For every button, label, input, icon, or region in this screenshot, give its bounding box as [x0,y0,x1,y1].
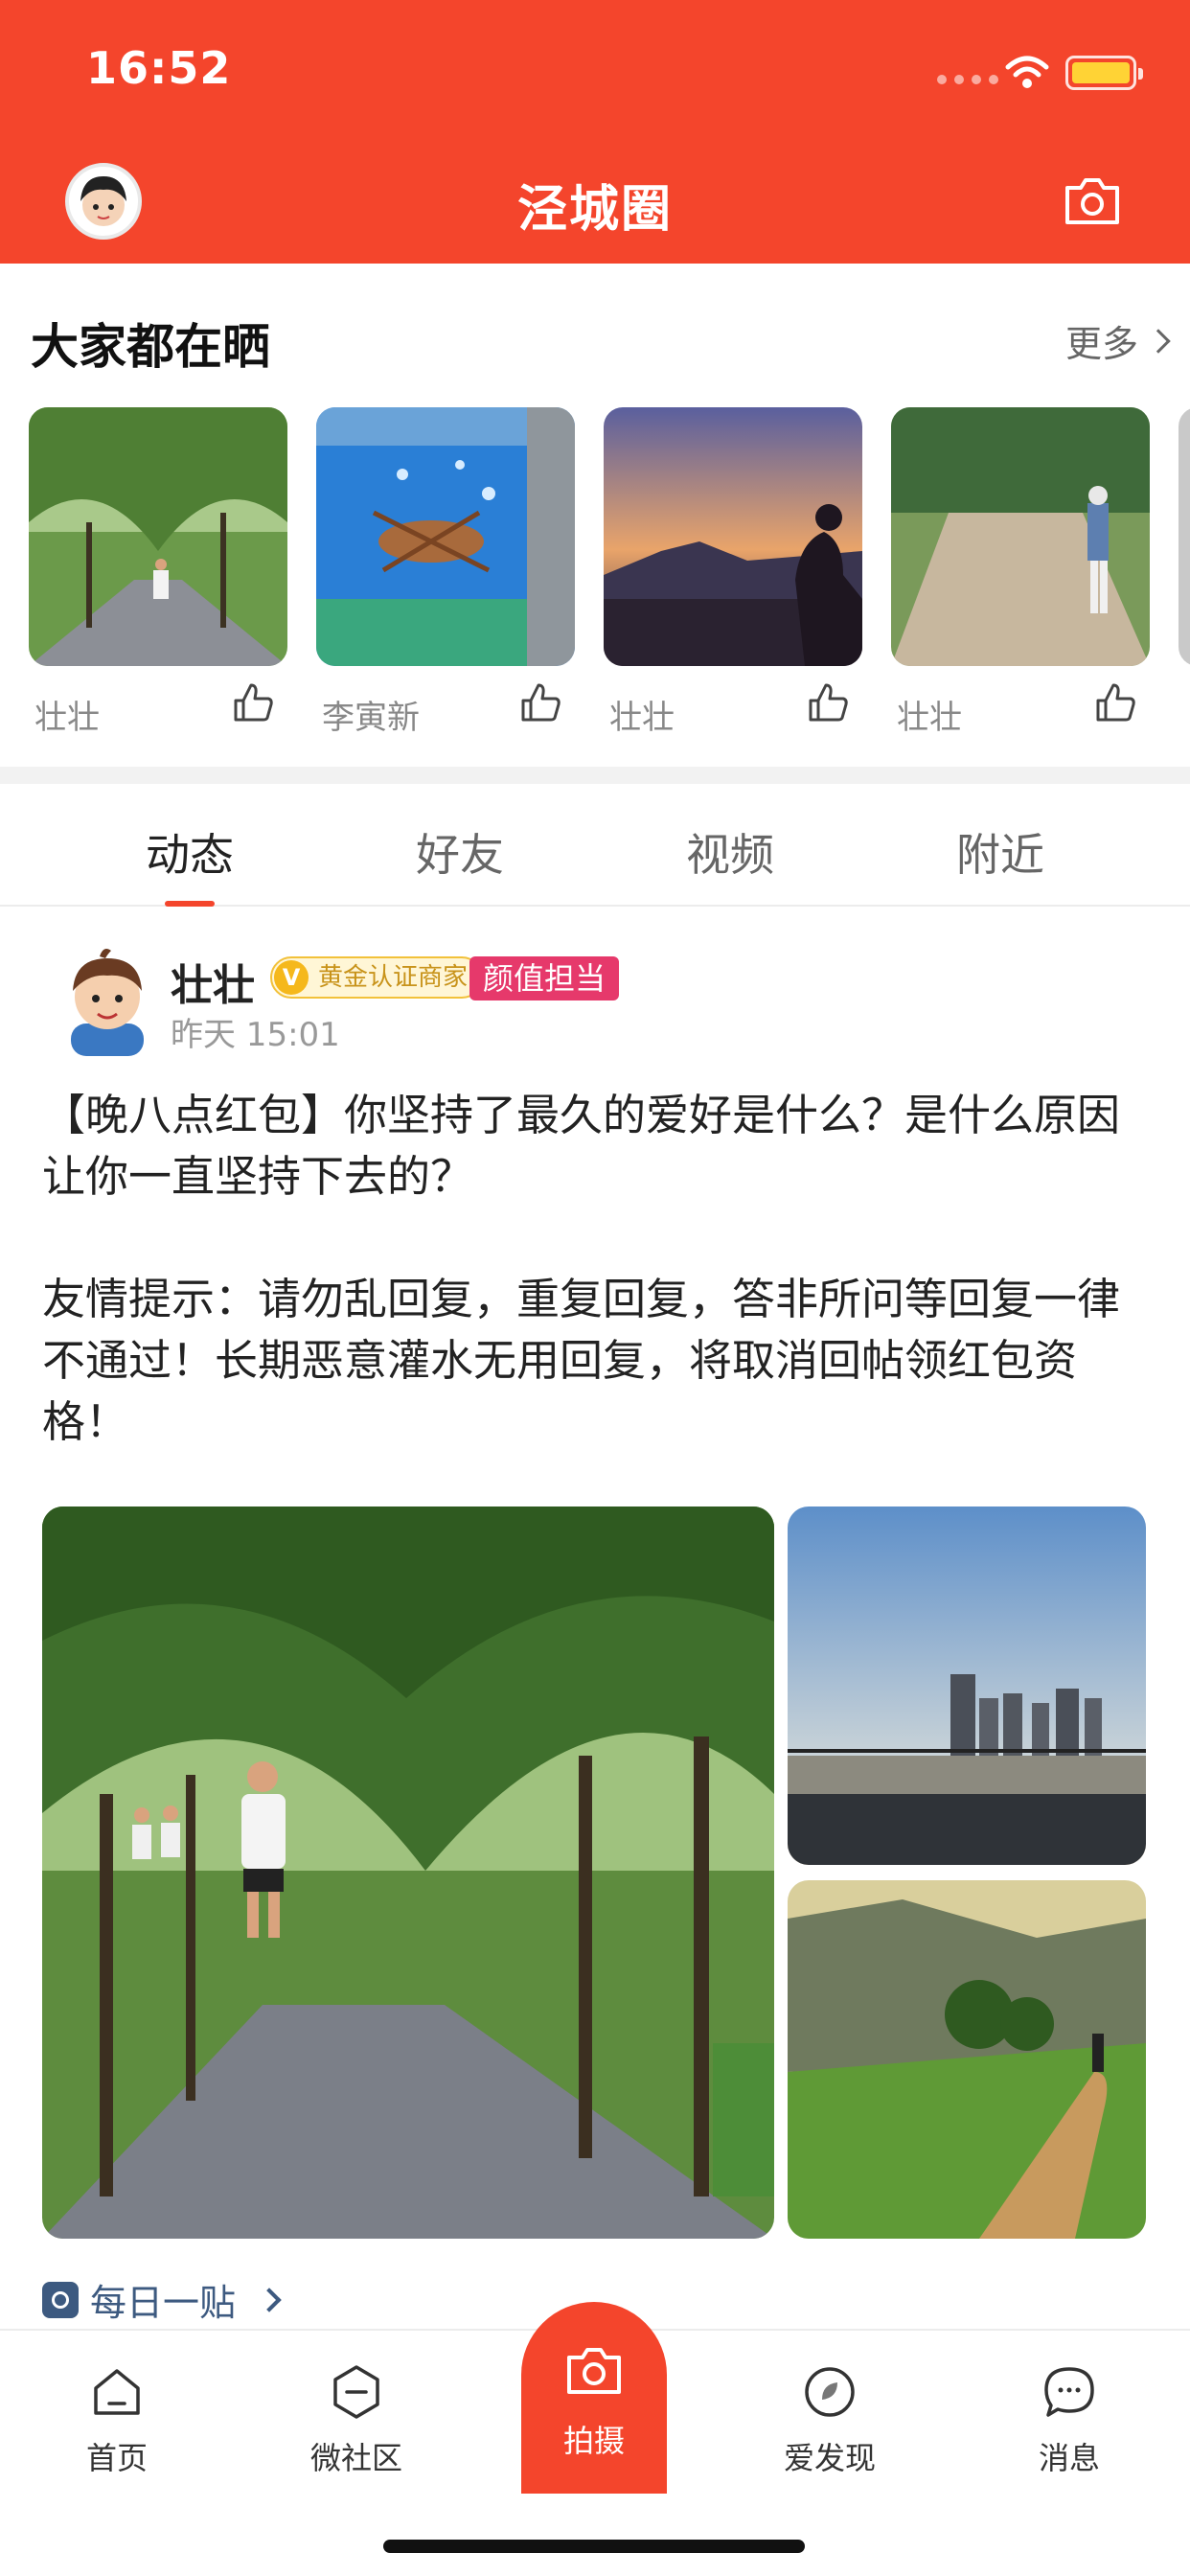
thumbs-up-icon[interactable] [807,681,849,724]
nav-discover[interactable]: 爱发现 [753,2363,906,2478]
share-photo[interactable] [1179,407,1190,666]
share-author: 壮壮 [897,699,962,733]
active-tab-indicator [165,901,215,907]
share-card[interactable]: 李寅新 [316,407,575,733]
section-divider [0,767,1190,784]
more-label: 更多 [1065,323,1139,365]
tab-videos[interactable]: 视频 [595,820,865,884]
thumbs-up-icon[interactable] [232,681,274,724]
camera-icon [567,2348,621,2394]
gold-certified-badge: V 黄金认证商家 [270,956,484,999]
tab-friends[interactable]: 好友 [325,820,595,884]
share-author: 壮壮 [34,699,100,733]
daily-post-label: 每日一贴 [90,2282,237,2324]
share-author: 壮壮 [609,699,675,733]
home-indicator[interactable] [383,2540,805,2553]
sharing-section-title: 大家都在晒 [31,319,270,375]
status-time: 16:52 [86,42,232,94]
thumbs-up-icon[interactable] [1094,681,1136,724]
post-body: 【晚八点红包】你坚持了最久的爱好是什么？是什么原因让你一直坚持下去的？ 友情提示… [42,1090,1121,1447]
community-icon [333,2365,379,2419]
post-author-avatar[interactable] [50,941,165,1056]
share-author: 李寅新 [322,699,420,733]
share-photo[interactable] [29,407,287,666]
home-icon [94,2369,140,2415]
share-card[interactable] [1179,407,1190,733]
nav-shoot[interactable]: 拍摄 [521,2302,667,2494]
nav-community-label: 微社区 [309,2440,402,2476]
post-timestamp: 昨天 15:01 [171,1016,340,1054]
nav-shoot-label: 拍摄 [562,2423,625,2459]
camera-icon[interactable] [1062,174,1123,228]
share-card[interactable]: 壮壮 [604,407,862,733]
share-card[interactable]: 壮壮 [891,407,1150,733]
verified-icon: V [274,960,309,995]
nav-community[interactable]: 微社区 [280,2363,433,2478]
nav-discover-label: 爱发现 [783,2440,876,2476]
daily-post-icon [42,2281,79,2318]
nav-messages[interactable]: 消息 [993,2363,1146,2478]
page-title: 泾城圈 [516,181,673,239]
top-header: 16:52 泾城圈 [0,0,1190,264]
daily-post-link[interactable]: 每日一贴 [42,2273,282,2326]
more-link[interactable]: 更多 [1065,314,1171,367]
share-photo[interactable] [316,407,575,666]
chevron-right-icon [257,2287,282,2312]
message-icon [1044,2367,1094,2417]
post-author-name[interactable]: 壮壮 [171,951,255,1012]
tab-nearby[interactable]: 附近 [865,820,1135,884]
wifi-icon [1005,56,1049,88]
share-photo[interactable] [604,407,862,666]
user-tag-badge: 颜值担当 [469,956,620,1000]
gold-badge-label: 黄金认证商家 [318,963,469,992]
nav-home-label: 首页 [85,2440,148,2476]
post-image[interactable] [788,1506,1146,1865]
post-image[interactable] [42,1506,774,2239]
tab-dynamic[interactable]: 动态 [55,820,325,884]
chevron-right-icon [1146,328,1171,354]
sharing-strip[interactable]: 壮壮 李寅新 壮壮 壮壮 [29,407,1190,733]
feed-tabs: 动态 好友 视频 附近 [0,784,1190,907]
signal-icon [937,75,998,84]
share-card[interactable]: 壮壮 [29,407,287,733]
share-photo[interactable] [891,407,1150,666]
nav-messages-label: 消息 [1038,2440,1100,2476]
discover-icon [805,2367,855,2417]
nav-home[interactable]: 首页 [40,2363,194,2478]
battery-icon [1065,56,1143,90]
post-image[interactable] [788,1880,1146,2239]
thumbs-up-icon[interactable] [519,681,561,724]
